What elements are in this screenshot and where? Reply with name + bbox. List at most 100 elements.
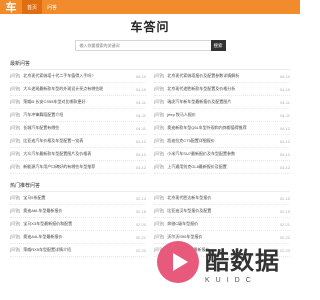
list-item[interactable]: [问答] 汽车冲锋舞蹈配置介绍 04-11: [10, 109, 146, 122]
question-link[interactable]: 汽车冲锋舞蹈配置介绍: [23, 112, 134, 118]
list-item[interactable]: [问答] 奥迪新款车型Q5L车型外观和内饰都值得推荐 04-12: [154, 122, 290, 135]
item-tag: [问答]: [154, 112, 165, 117]
question-link[interactable]: 大众途观最新款车型的外观设计亮点有哪些呢: [23, 86, 134, 92]
item-date: 04-12: [135, 151, 146, 157]
list-item[interactable]: [问答] 上汽通用别克GL8最新报价及配置 04-12: [154, 161, 290, 174]
question-link[interactable]: 北京现代索纳塔报价及配置参数详情解析: [167, 73, 278, 79]
list-item[interactable]: [问答] 比亚迪汽车价格及车型配置一览表 04-12: [10, 135, 146, 148]
list-item[interactable]: [问答] 大众汽车最新款车型配置图片及价格表 04-12: [10, 148, 146, 161]
item-tag: [问答]: [154, 138, 165, 143]
item-date: 02-20: [135, 221, 146, 227]
question-link[interactable]: 北京现代索纳塔十代二手车值得入手吗?: [23, 73, 134, 79]
question-link[interactable]: 荣威i5 长安CS55车型对比哪款更好: [23, 99, 134, 105]
item-tag: [问答]: [10, 99, 21, 104]
list-item[interactable]: [问答] 荣威RX5车型配置详情介绍 02-22: [10, 244, 146, 257]
list-item[interactable]: [问答] 新能源汽车用户口碑好的有哪些车型推荐 04-12: [10, 161, 146, 174]
list-item[interactable]: [问答] jeep 牧马人报价 04-11: [154, 109, 290, 122]
item-tag: [问答]: [10, 138, 21, 143]
question-link[interactable]: 新能源汽车用户口碑好的有哪些车型推荐: [23, 164, 134, 170]
search-button[interactable]: 搜索: [210, 40, 226, 51]
question-link[interactable]: 小米汽车SU7最新报价及车型配置参数: [167, 151, 278, 157]
list-item[interactable]: [问答] 奥迪A6L车型最新报价 02-18: [10, 205, 146, 218]
nav-item-home[interactable]: 首页: [22, 0, 43, 14]
question-link[interactable]: 上汽通用别克GL8最新报价及配置: [167, 164, 278, 170]
list-item[interactable]: [问答] 瑞虎汽车新车型最新报价及配置图片 04-11: [154, 96, 290, 109]
item-date: 04-11: [136, 125, 146, 131]
section-title: 热门推荐问答: [10, 182, 290, 192]
item-tag: [问答]: [154, 151, 165, 156]
question-link[interactable]: 荣威RX5车型配置详情介绍: [23, 247, 134, 253]
search-bar: 输入你要搜索的关键词 搜索: [0, 40, 300, 51]
question-link[interactable]: jeep 牧马人报价: [167, 112, 278, 118]
item-tag: [问答]: [10, 221, 21, 226]
item-tag: [问答]: [10, 247, 21, 252]
question-link[interactable]: 大众汽车最新款车型配置图片及价格表: [23, 151, 134, 157]
list-item[interactable]: [问答] 北京现代索纳塔报价及配置参数详情解析 04-10: [154, 70, 290, 83]
item-tag: [问答]: [154, 208, 165, 213]
item-date: 04-11: [280, 99, 290, 105]
item-date: 02-19: [279, 208, 290, 214]
item-tag: [问答]: [154, 99, 165, 104]
question-link[interactable]: 长城汽车配置有哪些: [23, 125, 134, 131]
item-tag: [问答]: [10, 164, 21, 169]
question-link[interactable]: 奥迪新款车型Q5L车型外观和内饰都值得推荐: [167, 125, 278, 131]
item-date: 02-18: [135, 208, 146, 214]
item-date: 04-12: [135, 138, 146, 144]
item-date: 04-12: [279, 151, 290, 157]
list-item[interactable]: [问答] 北京现代胜达新车型报价 02-15: [154, 192, 290, 205]
item-date: 02-21: [135, 234, 146, 240]
item-tag: [问答]: [10, 125, 21, 130]
list-item[interactable]: [问答] 奥迪A4L车型最新报价 02-21: [10, 231, 146, 244]
question-link[interactable]: 奔驰C级车型报价: [167, 221, 278, 227]
search-input[interactable]: 输入你要搜索的关键词: [74, 40, 211, 51]
item-date: 02-22: [135, 247, 146, 253]
question-link[interactable]: 北京现代途胜新款车型配置及价格分析: [167, 86, 278, 92]
list-item[interactable]: [问答] 北京现代途胜新款车型配置及价格分析 04-10: [154, 83, 290, 96]
question-link[interactable]: 凯迪拉克CT5配置详细报价: [167, 138, 278, 144]
item-date: 04-11: [280, 112, 290, 118]
item-date: 04-12: [279, 125, 290, 131]
question-link[interactable]: 比亚迪汽车价格及车型配置一览表: [23, 138, 134, 144]
question-link[interactable]: 宝马X3车型最新报价和配置: [23, 221, 134, 227]
item-date: 02-21: [279, 221, 290, 227]
item-tag: [问答]: [154, 125, 165, 130]
item-date: 04-12: [279, 164, 290, 170]
item-date: 02-15: [279, 195, 290, 201]
watermark: 酷数据 KUIDC: [157, 230, 297, 294]
item-tag: [问答]: [10, 86, 21, 91]
page-title: 车答问: [130, 20, 170, 34]
list-item[interactable]: [问答] 比亚迪汉车型报价及配置 02-19: [154, 205, 290, 218]
site-logo[interactable]: 车: [0, 0, 22, 14]
item-tag: [问答]: [154, 73, 165, 78]
list-item[interactable]: [问答] 凯迪拉克CT5配置详细报价 04-12: [154, 135, 290, 148]
item-date: 04-12: [279, 138, 290, 144]
item-date: 04-10: [279, 86, 290, 92]
item-date: 04-10: [135, 86, 146, 92]
latest-qa-section: 最新问答 [问答] 北京现代索纳塔十代二手车值得入手吗? 04-10 [问答] 北京现代…: [10, 60, 290, 174]
item-tag: [问答]: [154, 221, 165, 226]
watermark-subtext: KUIDC: [205, 276, 257, 284]
list-item[interactable]: [问答] 小米汽车SU7最新报价及车型配置参数 04-12: [154, 148, 290, 161]
nav-item-qa[interactable]: 问答: [42, 0, 62, 14]
list-item[interactable]: [问答] 北京现代索纳塔十代二手车值得入手吗? 04-10: [10, 70, 146, 83]
list-item[interactable]: [问答] 大众途观最新款车型的外观设计亮点有哪些呢 04-10: [10, 83, 146, 96]
item-tag: [问答]: [10, 151, 21, 156]
item-date: 04-11: [136, 112, 146, 118]
question-link[interactable]: 奥迪A4L车型最新报价: [23, 234, 134, 240]
top-nav-bar: 车 首页 问答: [0, 0, 300, 14]
question-link[interactable]: 北京现代胜达新车型报价: [167, 195, 278, 201]
play-logo-icon: [157, 241, 199, 283]
section-title: 最新问答: [10, 60, 290, 70]
list-item[interactable]: [问答] 长城汽车配置有哪些 04-11: [10, 122, 146, 135]
list-item[interactable]: [问答] 宝马X3车型最新报价和配置 02-20: [10, 218, 146, 231]
question-link[interactable]: 瑞虎汽车新车型最新报价及配置图片: [167, 99, 278, 105]
list-item[interactable]: [问答] 宝马5系配置 02-14: [10, 192, 146, 205]
item-date: 04-10: [135, 73, 146, 79]
question-link[interactable]: 奥迪A6L车型最新报价: [23, 208, 134, 214]
question-link[interactable]: 比亚迪汉车型报价及配置: [167, 208, 278, 214]
item-tag: [问答]: [10, 195, 21, 200]
list-item[interactable]: [问答] 荣威i5 长安CS55车型对比哪款更好 04-11: [10, 96, 146, 109]
item-date: 04-10: [279, 73, 290, 79]
question-link[interactable]: 宝马5系配置: [23, 195, 134, 201]
item-date: 02-14: [135, 195, 146, 201]
